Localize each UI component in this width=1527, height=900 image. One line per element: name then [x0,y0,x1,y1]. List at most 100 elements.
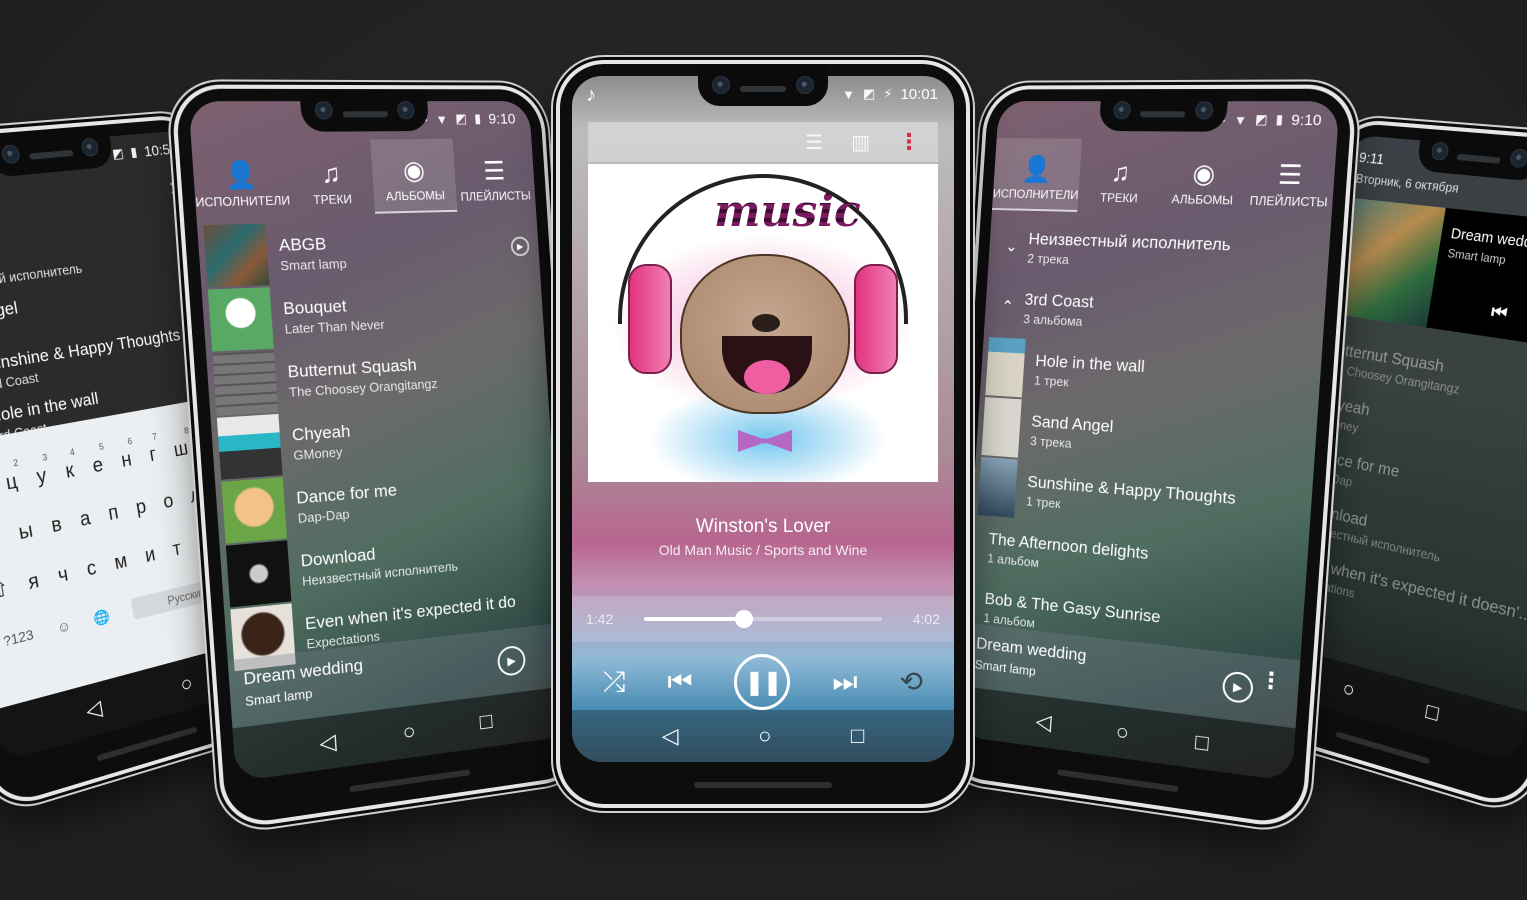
music-note-icon: ♪ [586,84,596,106]
back-button[interactable]: ◁ [84,695,104,725]
key[interactable]: о [162,489,175,513]
no-sim-icon: ◩ [454,110,468,126]
result-text: Sand Angel3rd Coast [0,297,22,347]
key[interactable]: п [107,501,120,526]
back-button[interactable]: ◁ [662,723,679,749]
emoji-key[interactable]: ☺ [56,617,72,636]
playback-controls: ⤮ ⏮ ❚❚ ⏭ ⟲ [572,650,954,714]
key-letter: е [90,453,105,477]
key-letter: к [63,458,76,483]
person-icon-icon: 👤 [223,158,260,191]
home-button[interactable]: ○ [1115,719,1129,746]
chevron-up-icon[interactable]: ⌃ [991,296,1025,317]
key[interactable]: е5 [90,441,105,478]
now-playing-screen: ♪ ▼ ◩ ⚡ 10:01 ☰ ▥ ⋮ enjoy the music [572,76,954,762]
indent [972,605,985,606]
album-artist: Smart lamp [279,255,348,273]
key[interactable]: ш8 [172,425,189,462]
shuffle-icon[interactable]: ⤮ [603,668,625,696]
album-thumbnail [203,223,270,288]
key[interactable]: с [85,556,98,581]
home-button[interactable]: ○ [179,670,194,698]
key[interactable]: в [50,513,64,538]
key[interactable]: ы [17,519,35,545]
globe-icon[interactable]: 🌐 [92,607,111,627]
total-time: 4:02 [912,611,940,627]
key[interactable]: г7 [148,431,158,466]
album-title: Chyeah [291,420,351,445]
status-time: 9:10 [487,110,516,128]
album-art: enjoy the music [588,164,938,482]
recents-button[interactable]: □ [1424,698,1440,727]
album-art-headline-bottom: music [714,186,861,237]
playlist-icon-icon: ☰ [482,155,507,186]
key[interactable]: р [134,495,147,519]
back-button[interactable]: ◁ [1035,708,1052,735]
tab-1[interactable]: ♫ ТРЕКИ [1077,139,1164,214]
album-thumbnail [221,477,288,544]
album-title: ABGB [278,233,327,255]
seek-slider[interactable] [644,610,882,628]
repeat-icon[interactable]: ⟲ [900,668,923,696]
recents-button[interactable]: □ [851,723,864,749]
album-text: Dance for me Dap-Dap [296,480,399,526]
tab-0[interactable]: 👤 ИСПОЛНИТЕЛИ [991,138,1083,212]
recents-button[interactable]: □ [1194,729,1209,757]
key[interactable]: и [143,543,156,567]
seek-progress [644,617,744,621]
album-title: Bouquet [282,295,348,318]
key[interactable]: ф [0,526,2,553]
skip-previous-icon[interactable]: ⏮ [667,668,692,696]
key[interactable]: я [27,569,41,594]
no-sim-icon: ◩ [1254,111,1269,127]
shift-key[interactable]: ⇧ [0,575,11,604]
more-vert-icon[interactable]: ⋮ [898,131,920,153]
key[interactable]: ц2 [4,457,19,495]
tab-2[interactable]: ◉ АЛЬБОМЫ [1159,139,1249,215]
symbols-key[interactable]: ?123 [2,626,35,649]
more-vert-icon[interactable]: ⋮ [1259,666,1283,694]
seek-thumb[interactable] [734,610,753,628]
tab-3[interactable]: ☰ ПЛЕЙЛИСТЫ [452,138,536,212]
artist-sub: 3 трека [1029,432,1073,451]
key[interactable]: а [78,507,92,532]
tab-label: ПЛЕЙЛИСТЫ [1249,193,1329,210]
queue-list-icon[interactable]: ☰ [805,130,823,155]
tab-2[interactable]: ◉ АЛЬБОМЫ [370,138,458,214]
media-notification[interactable]: Dream wedding Smart lamp ⏮ ❚❚ [1329,197,1527,352]
skip-next-icon[interactable]: ⏭ [832,668,857,696]
key[interactable]: м [113,549,129,574]
tab-1[interactable]: ♫ ТРЕКИ [286,139,376,215]
key[interactable]: н6 [120,436,134,472]
notch [698,64,828,106]
lock-time: 9:11 [1357,149,1386,169]
battery-icon: ▮ [129,144,139,160]
key-number-hint: 3 [41,451,48,463]
album-icon-icon: ◉ [401,154,426,186]
pug-illustration [680,254,850,414]
chevron-down-icon[interactable]: ⌄ [994,236,1028,257]
equalizer-icon[interactable]: ▥ [851,130,870,155]
album-thumbnail [216,413,283,480]
tab-0[interactable]: 👤 ИСПОЛНИТЕЛИ [191,140,291,218]
battery-icon: ▮ [1275,111,1284,128]
album-text: Chyeah GMoney [291,421,352,463]
key[interactable]: к4 [63,446,76,483]
library-tabs: 👤 ИСПОЛНИТЕЛИ ♫ ТРЕКИ ◉ АЛЬБОМЫ ☰ ПЛЕЙЛИСТЫ [191,138,536,218]
player-toolbar: ☰ ▥ ⋮ [588,122,938,162]
key-number-hint: 7 [151,430,158,442]
key[interactable]: ч [56,563,70,588]
notification-previous-button[interactable]: ⏮ [1490,301,1509,324]
tab-3[interactable]: ☰ ПЛЕЙЛИСТЫ [1244,140,1337,218]
pause-button[interactable]: ❚❚ [734,654,791,710]
artists-list: ⌄ Неизвестный исполнитель 2 трека ⌃ 3rd Coas… [964,216,1331,673]
back-button[interactable]: ◁ [319,728,338,756]
play-album-icon[interactable]: ▶ [510,236,530,257]
key[interactable]: т [171,537,182,561]
home-button[interactable]: ○ [758,723,771,749]
albums-screen: ✱ ▼ ◩ ▮ 9:10 👤ИСПОЛНИТЕЛИ♫ТРЕКИ◉АЛЬБОМЫ☰… [188,101,571,782]
home-button[interactable]: ○ [402,718,417,745]
home-button[interactable]: ○ [1341,676,1356,704]
key[interactable]: у3 [35,451,48,489]
recents-button[interactable]: □ [479,708,493,735]
